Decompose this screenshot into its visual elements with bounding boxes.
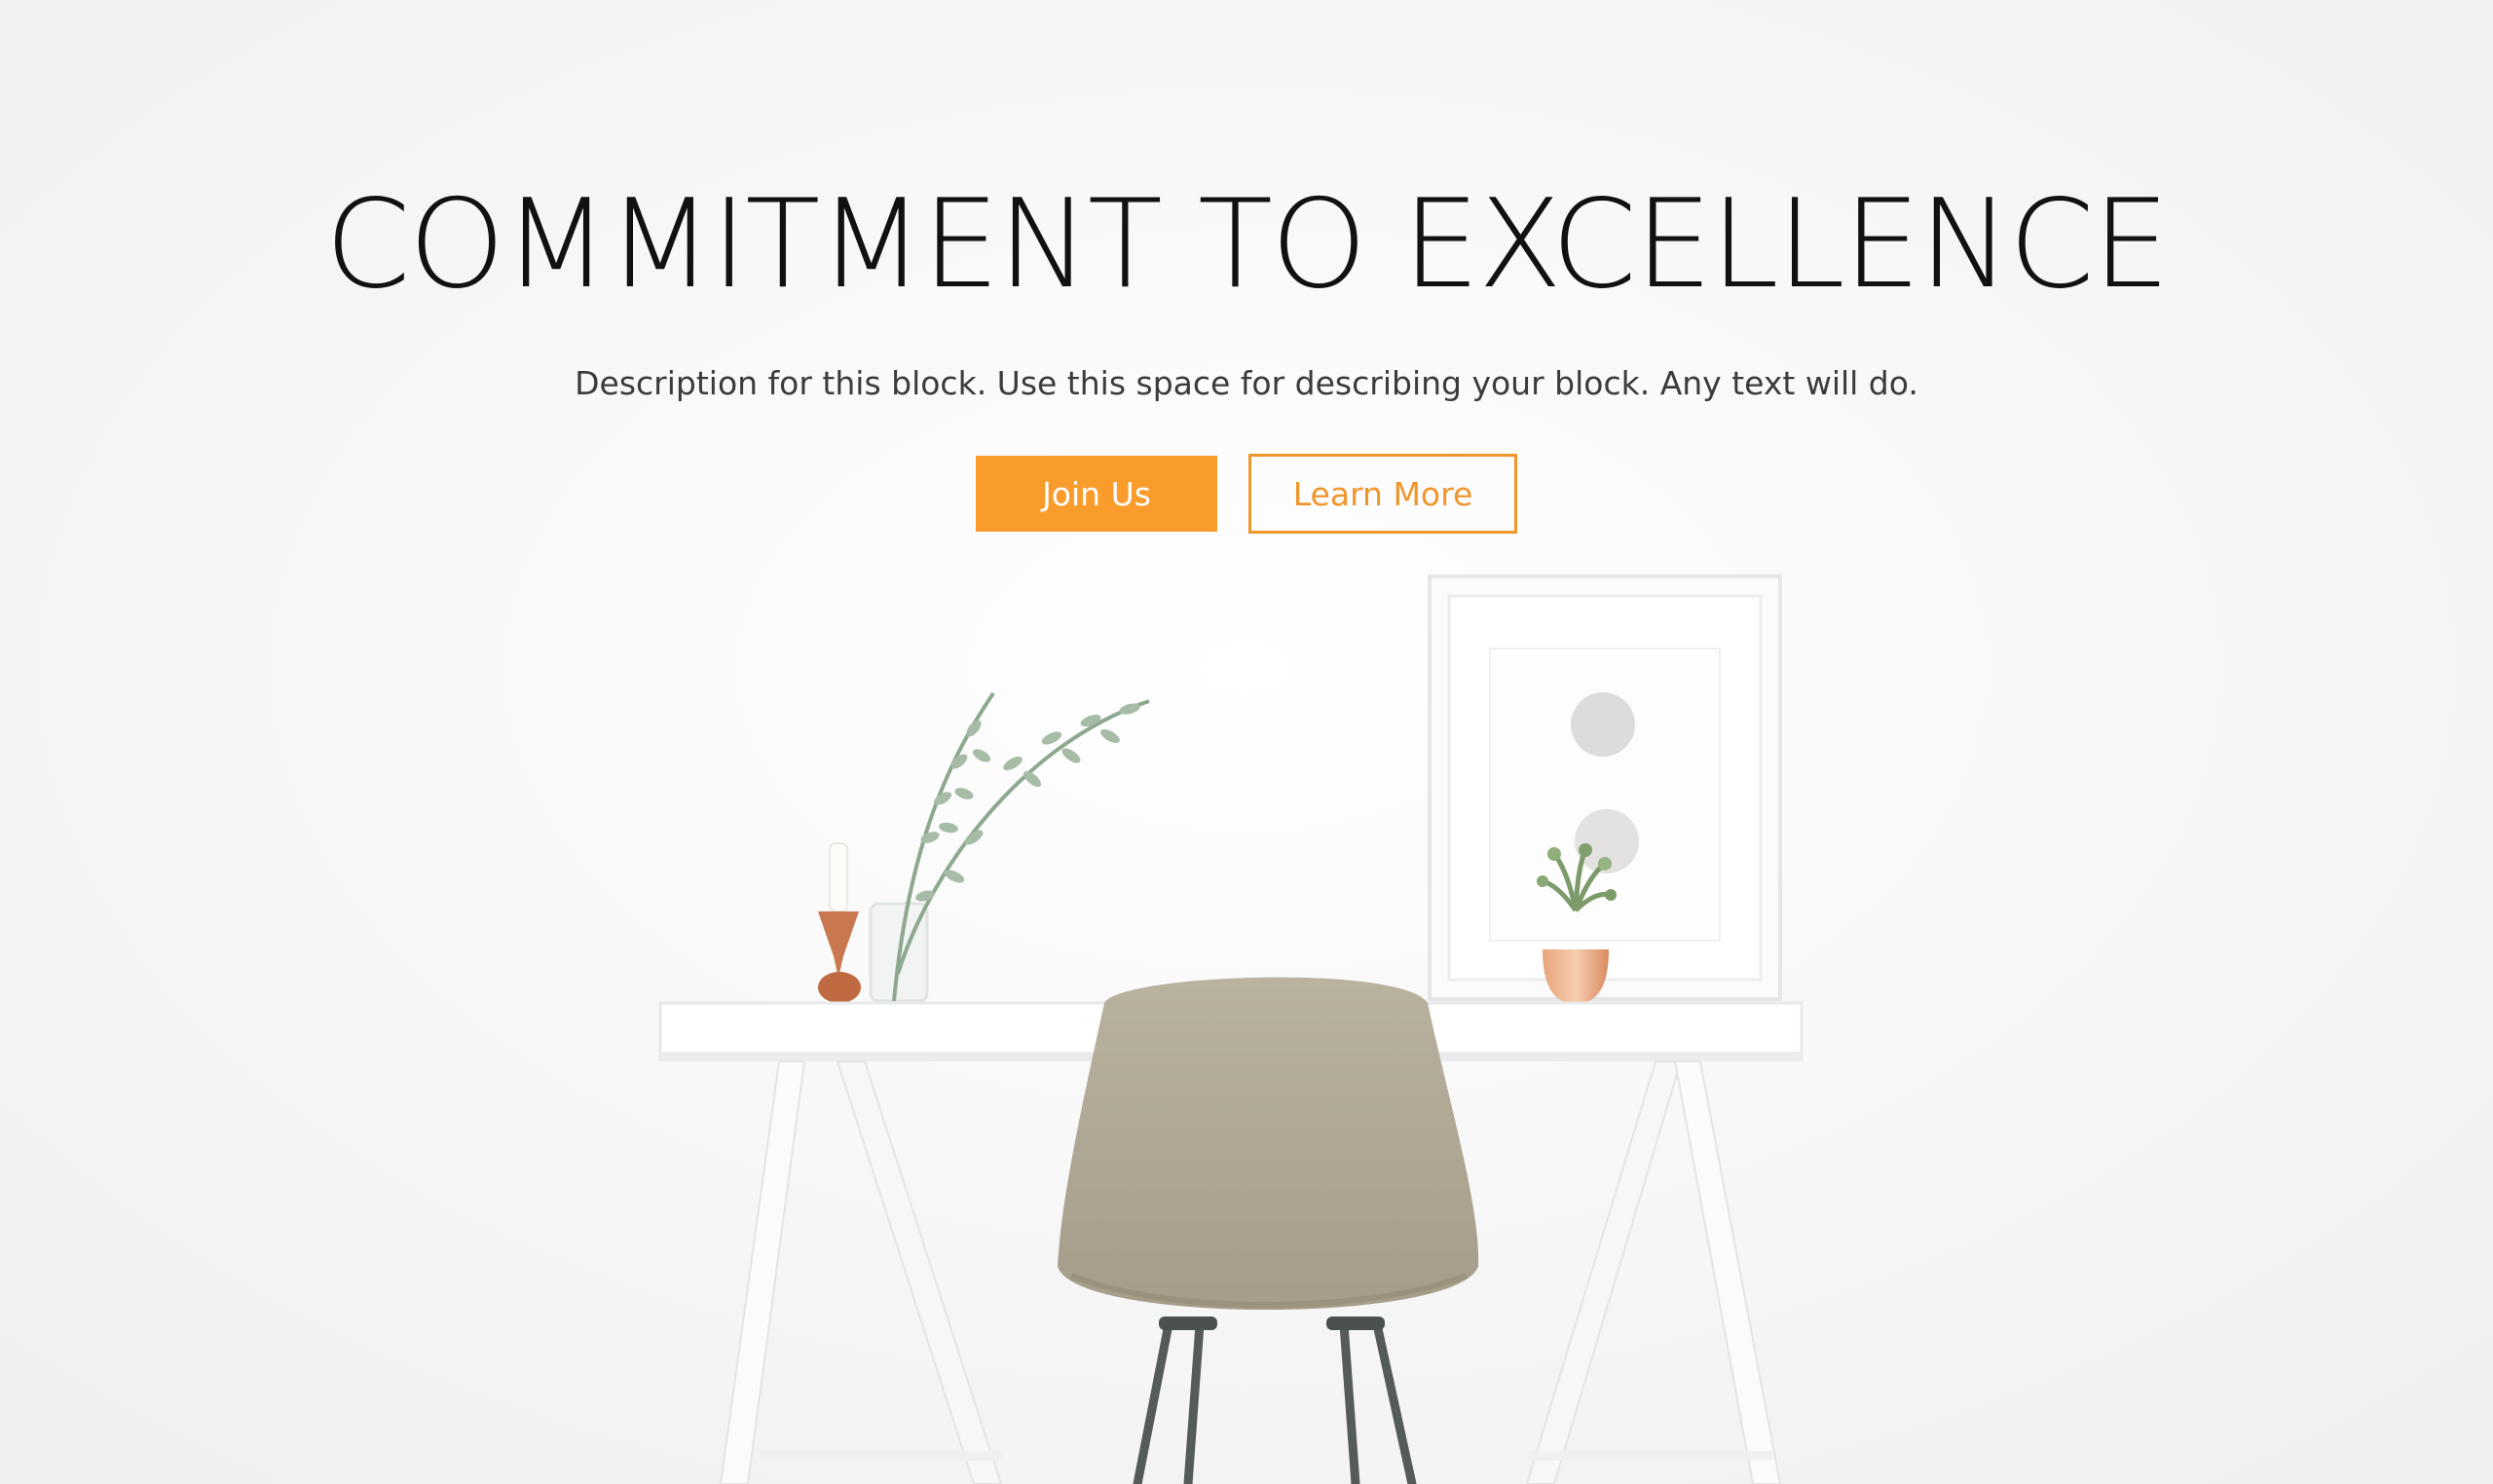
hero-title: COMMITMENT TO EXCELLENCE <box>324 172 2171 315</box>
hero-description: Description for this block. Use this spa… <box>575 364 1918 402</box>
join-us-button[interactable]: Join Us <box>976 456 1217 532</box>
picture-frame <box>1428 575 1782 1001</box>
learn-more-button[interactable]: Learn More <box>1248 454 1517 534</box>
hero-section: COMMITMENT TO EXCELLENCE Description for… <box>0 0 2493 1484</box>
